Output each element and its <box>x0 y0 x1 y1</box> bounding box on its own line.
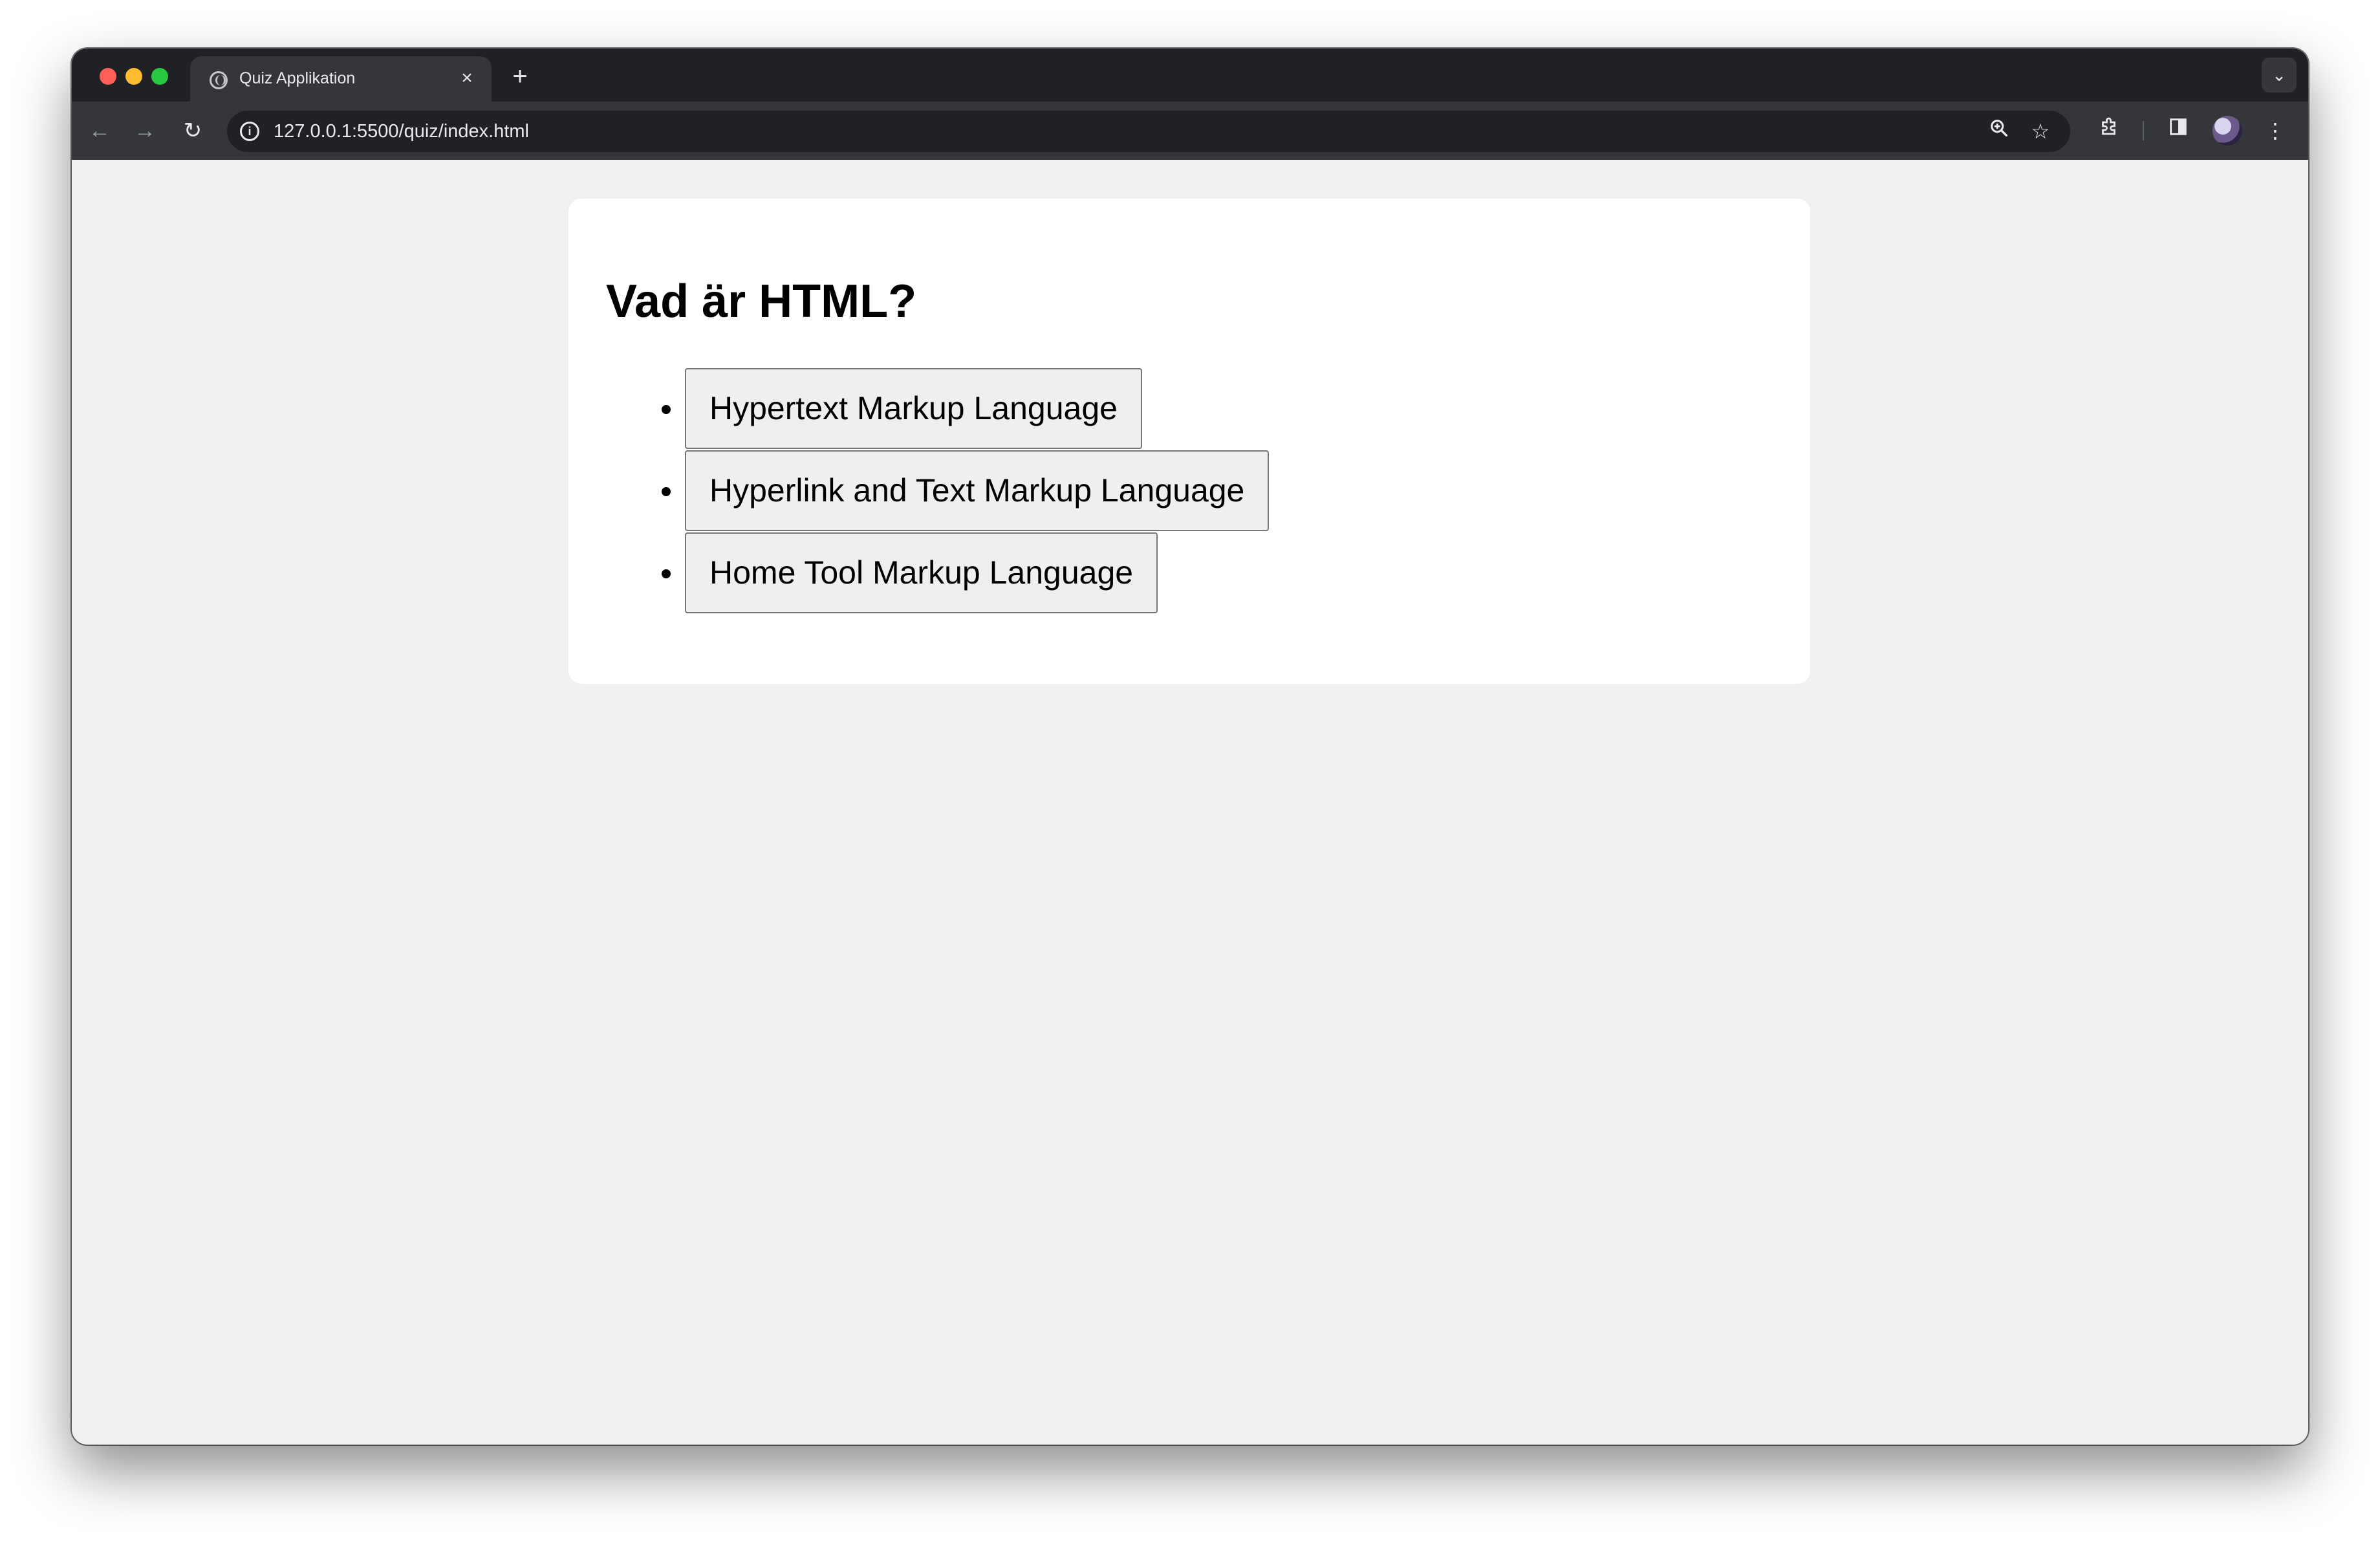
info-icon[interactable]: i <box>240 122 259 141</box>
tab-strip: Quiz Applikation × + ⌄ <box>72 49 2308 102</box>
answer-button-3[interactable]: Home Tool Markup Language <box>685 532 1158 613</box>
answer-button-1[interactable]: Hypertext Markup Language <box>685 368 1142 449</box>
tab-quiz-applikation[interactable]: Quiz Applikation × <box>190 56 492 102</box>
close-icon[interactable]: × <box>454 65 480 91</box>
zoom-icon[interactable] <box>1985 117 2013 146</box>
tab-title: Quiz Applikation <box>239 69 356 87</box>
star-icon[interactable]: ☆ <box>2026 117 2055 146</box>
list-item: Home Tool Markup Language <box>568 532 1810 615</box>
bullet-marker <box>662 405 671 414</box>
puzzle-icon[interactable] <box>2092 113 2127 148</box>
question-heading: Vad är HTML? <box>606 276 917 327</box>
answer-list: Hypertext Markup Language Hyperlink and … <box>568 368 1810 615</box>
globe-icon <box>210 71 228 89</box>
reload-icon[interactable]: ↻ <box>175 113 210 148</box>
minimize-window-button[interactable] <box>125 68 142 85</box>
bullet-marker <box>662 569 671 578</box>
list-item: Hyperlink and Text Markup Language <box>568 450 1810 532</box>
avatar[interactable] <box>2212 116 2242 146</box>
desktop-background: Quiz Applikation × + ⌄ ← → ↻ i 127.0.0.1… <box>0 0 2380 1541</box>
close-window-button[interactable] <box>100 68 116 85</box>
tab-search-button[interactable]: ⌄ <box>2262 58 2297 93</box>
kebab-menu-icon[interactable]: ⋮ <box>2258 113 2293 148</box>
address-bar[interactable]: i 127.0.0.1:5500/quiz/index.html ☆ <box>227 111 2070 152</box>
toolbar-divider <box>2143 121 2144 140</box>
answer-button-2[interactable]: Hyperlink and Text Markup Language <box>685 450 1270 531</box>
forward-arrow-icon[interactable]: → <box>127 113 162 148</box>
list-item: Hypertext Markup Language <box>568 368 1810 450</box>
url-text[interactable]: 127.0.0.1:5500/quiz/index.html <box>274 121 529 142</box>
new-tab-button[interactable]: + <box>504 60 536 93</box>
back-arrow-icon[interactable]: ← <box>82 113 117 148</box>
bullet-marker <box>662 487 671 496</box>
page-viewport: Vad är HTML? Hypertext Markup Language H… <box>72 160 2308 1445</box>
side-panel-icon[interactable] <box>2161 113 2196 148</box>
quiz-card: Vad är HTML? Hypertext Markup Language H… <box>568 199 1810 684</box>
browser-toolbar: ← → ↻ i 127.0.0.1:5500/quiz/index.html ☆ <box>72 102 2308 160</box>
maximize-window-button[interactable] <box>151 68 168 85</box>
browser-window: Quiz Applikation × + ⌄ ← → ↻ i 127.0.0.1… <box>72 49 2308 1445</box>
